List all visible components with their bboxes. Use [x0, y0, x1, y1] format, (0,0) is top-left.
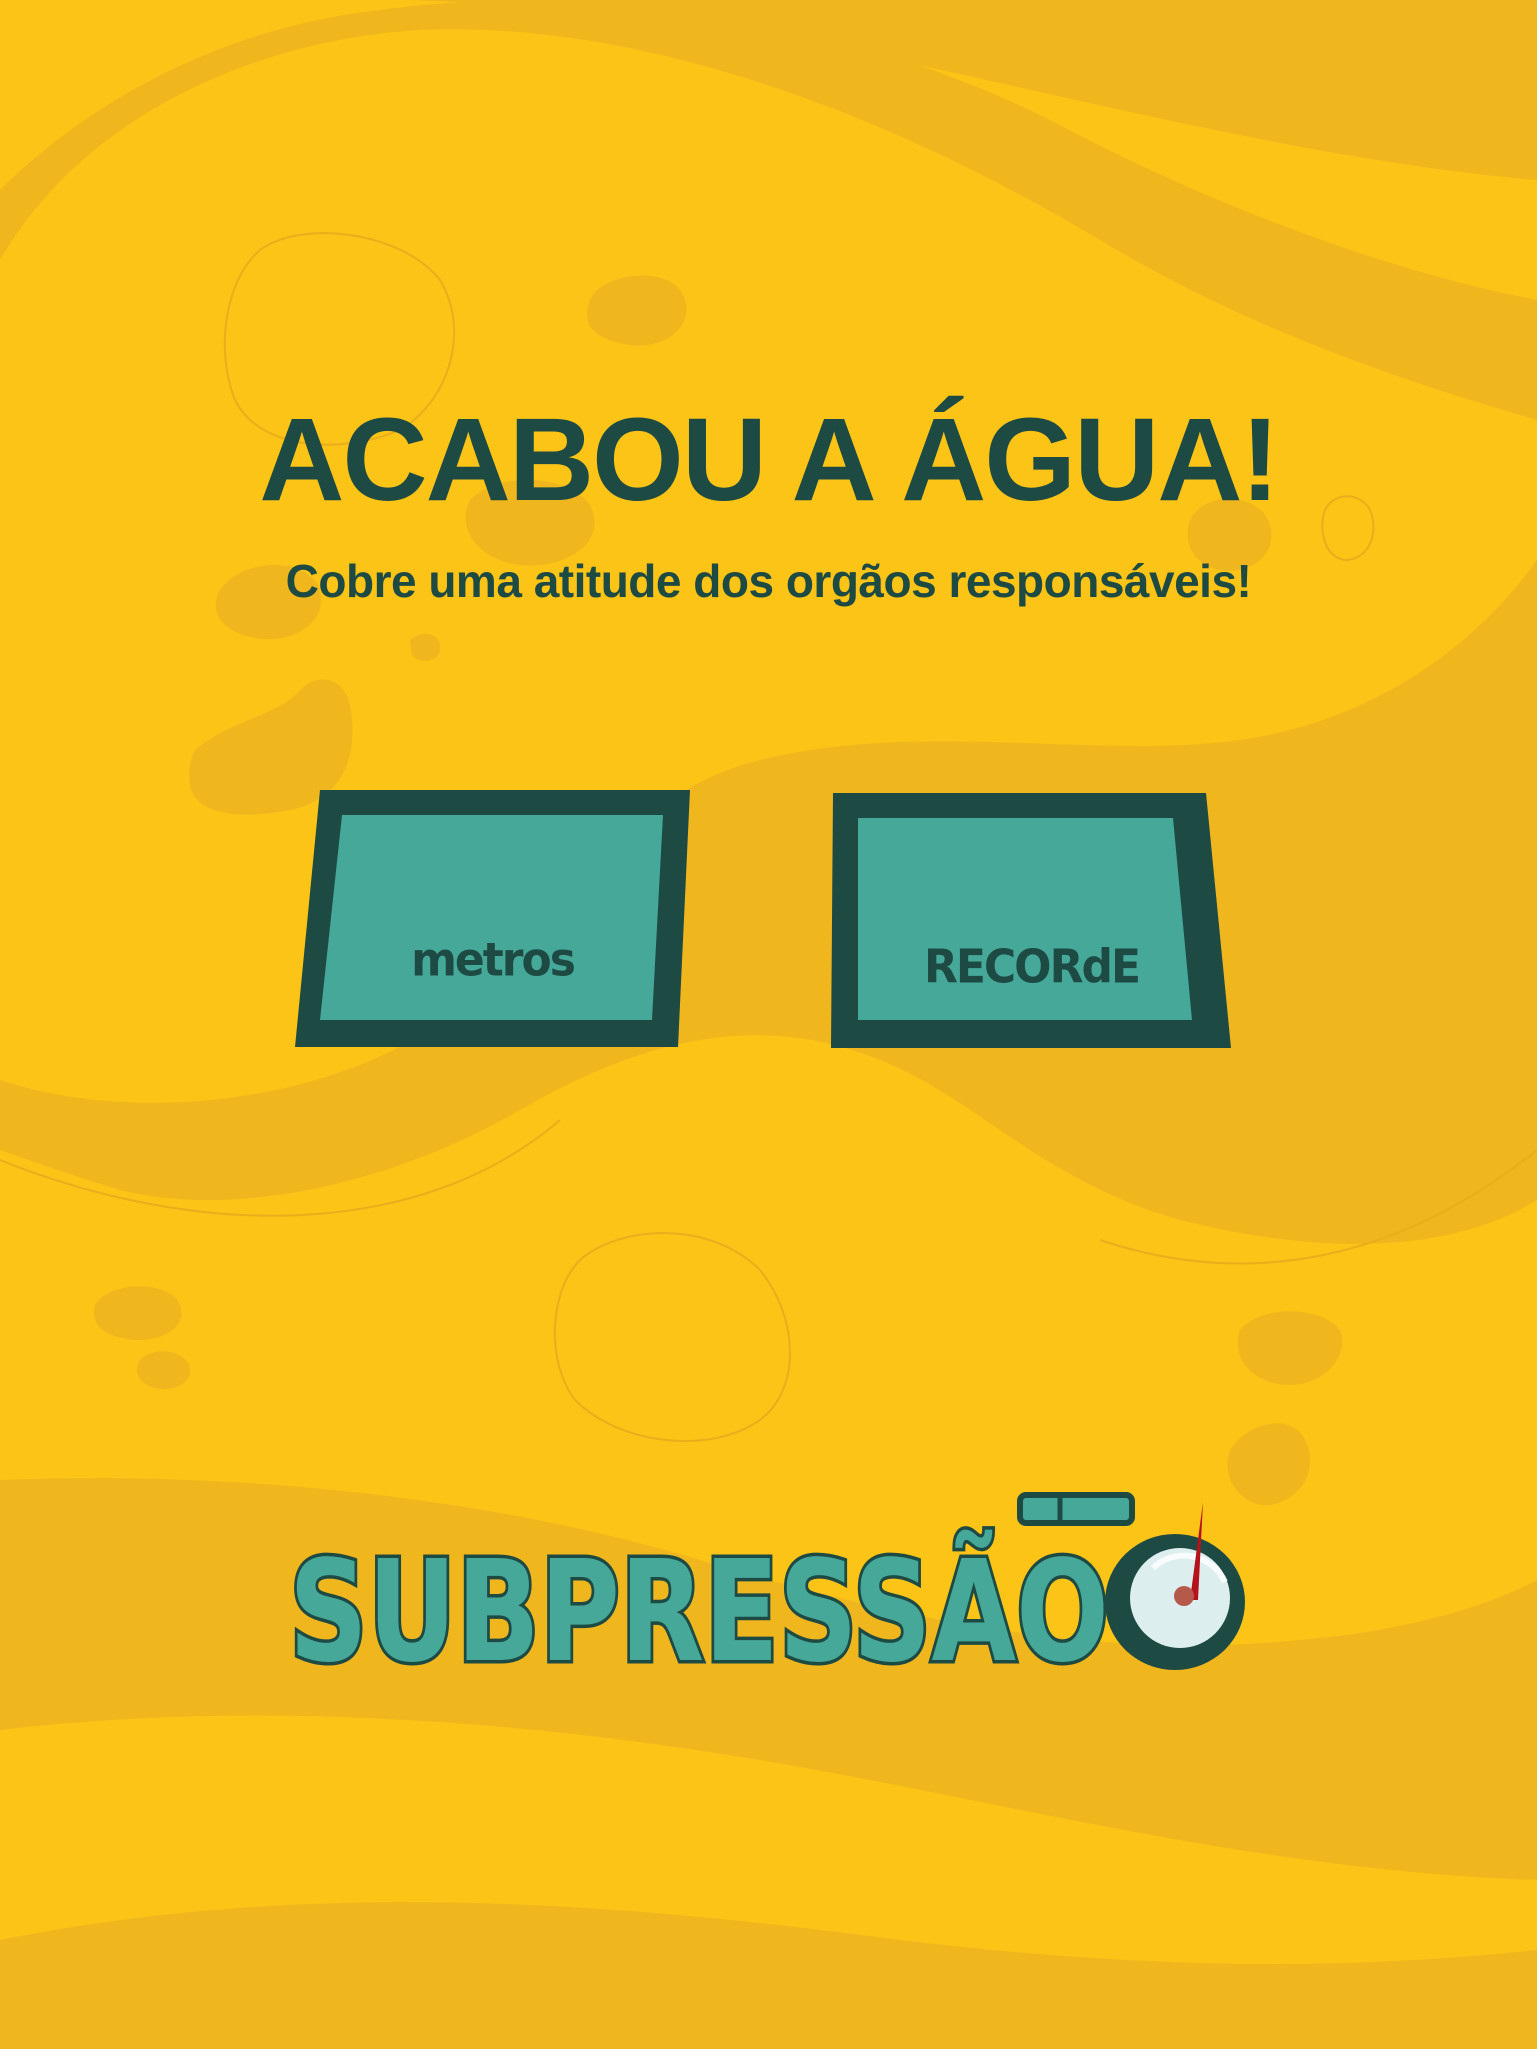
background-waves — [0, 0, 1537, 2049]
game-logo-text: SUBPRESSÃO — [286, 1525, 1113, 1681]
distance-score-frame — [295, 790, 690, 1047]
record-score-frame — [831, 793, 1231, 1048]
distance-score-panel: metros — [290, 785, 695, 1050]
record-score-panel: RECORdE — [828, 790, 1235, 1052]
game-logo: SUBPRESSÃO — [285, 1490, 1245, 1680]
distance-score-label: metros — [411, 933, 576, 988]
record-score-label: RECORdE — [923, 940, 1141, 995]
game-over-subtitle: Cobre uma atitude dos orgãos responsávei… — [285, 555, 1252, 607]
game-over-title: ACABOU A ÁGUA! — [259, 394, 1280, 526]
game-logo-wordmark: SUBPRESSÃO — [289, 1528, 1109, 1680]
